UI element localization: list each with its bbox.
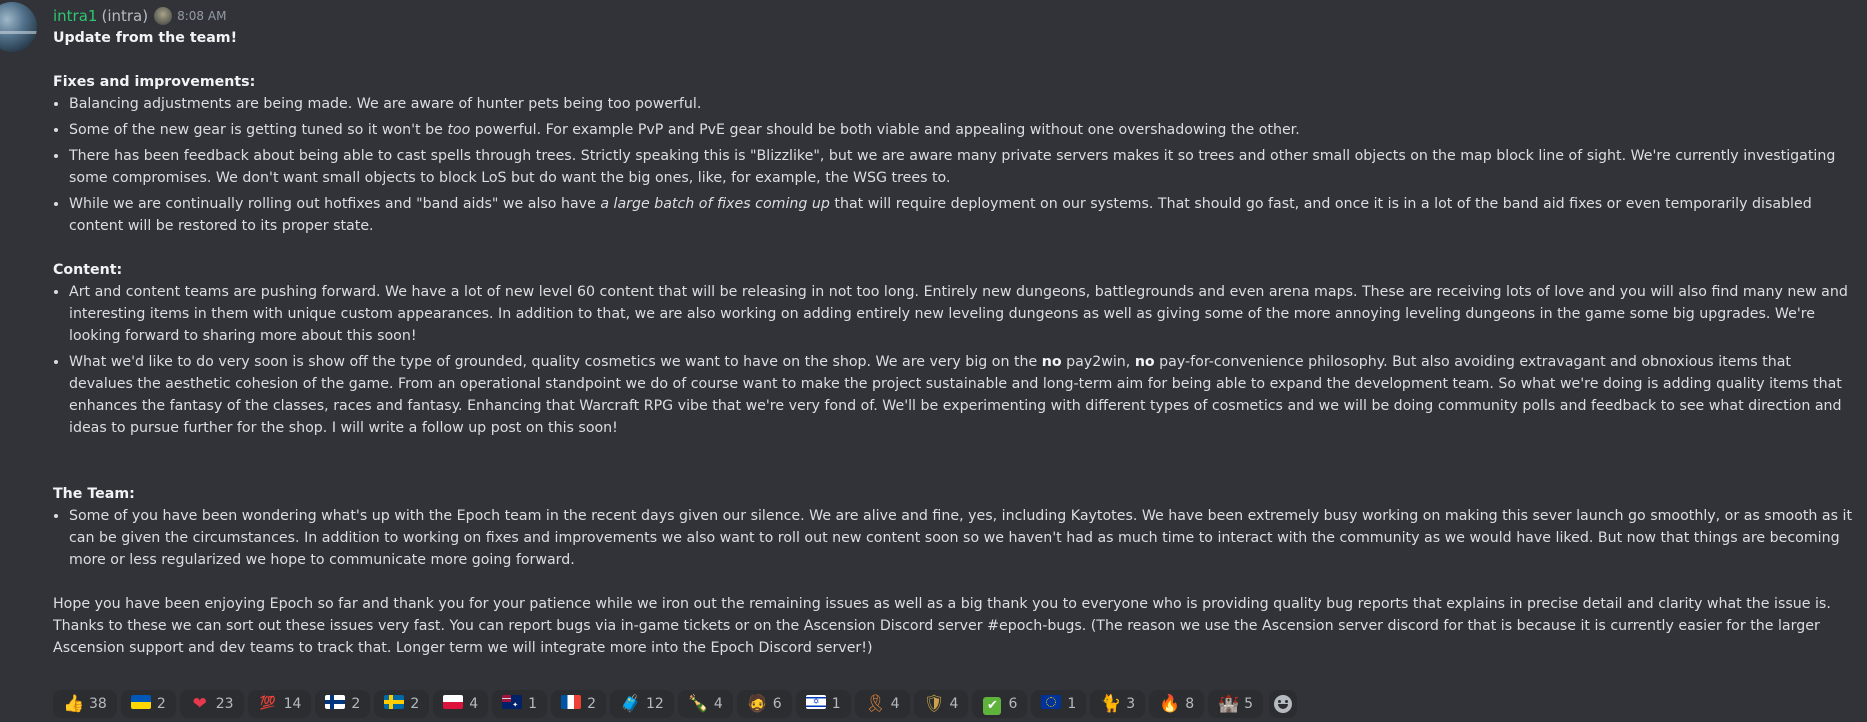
reaction-ukraine-flag[interactable]: 2: [120, 690, 176, 718]
reaction-count: 2: [156, 696, 166, 712]
reaction-count: 1: [528, 696, 538, 712]
reaction-custom-alliance[interactable]: 🛡 4: [913, 690, 969, 718]
list-item: There has been feedback about being able…: [69, 145, 1853, 189]
reaction-count: 5: [1244, 696, 1254, 712]
reaction-cat[interactable]: 🐈 3: [1090, 690, 1146, 718]
list-item: Balancing adjustments are being made. We…: [69, 93, 1853, 115]
reaction-count: 12: [646, 696, 664, 712]
finland-flag-icon: [325, 694, 346, 714]
alliance-crest-icon: 🛡: [923, 694, 946, 714]
reaction-count: 4: [949, 696, 959, 712]
reaction-france-flag[interactable]: 2: [551, 690, 607, 718]
closing-paragraph: Hope you have been enjoying Epoch so far…: [53, 596, 1831, 656]
reaction-fire[interactable]: 🔥 8: [1149, 690, 1205, 718]
reaction-israel-flag[interactable]: ✡ 1: [795, 690, 851, 718]
reaction-hundred-points[interactable]: 💯 14: [247, 690, 312, 718]
sweden-flag-icon: [384, 694, 405, 714]
reaction-custom-castle[interactable]: 🏰 5: [1208, 690, 1264, 718]
reaction-count: 6: [772, 696, 782, 712]
reaction-count: 14: [283, 696, 302, 712]
message-title: Update from the team!: [53, 30, 238, 46]
hundred-points-icon: 💯: [259, 696, 276, 711]
team-list: Some of you have been wondering what's u…: [53, 505, 1853, 571]
reaction-count: 4: [890, 696, 900, 712]
reaction-count: 2: [351, 696, 361, 712]
list-item: Art and content teams are pushing forwar…: [69, 281, 1853, 347]
fire-icon: 🔥: [1159, 694, 1181, 714]
reaction-count: 38: [89, 696, 107, 712]
add-reaction-button[interactable]: [1269, 690, 1298, 718]
username[interactable]: intra1: [53, 5, 97, 27]
reaction-finland-flag[interactable]: 2: [315, 690, 371, 718]
reaction-count: 1: [1067, 696, 1077, 712]
message-body: Update from the team! Fixes and improvem…: [53, 27, 1853, 659]
reaction-custom-chest[interactable]: 🧳 12: [610, 690, 674, 718]
content-list: Art and content teams are pushing forwar…: [53, 281, 1853, 439]
face-icon: 🧔: [746, 694, 768, 714]
fixes-list: Balancing adjustments are being made. We…: [53, 93, 1853, 237]
message-header: intra1 (intra) 8:08 AM: [53, 5, 1853, 27]
reaction-custom-face[interactable]: 🧔 6: [736, 690, 792, 718]
message-content: intra1 (intra) 8:08 AM Update from the t…: [53, 5, 1853, 659]
reaction-count: 8: [1185, 696, 1195, 712]
reaction-thumbs-up[interactable]: 👍 38: [53, 690, 117, 718]
ukraine-flag-icon: [130, 694, 151, 714]
reactions-bar: 👍 38 2 ❤ 23 💯 14 2 2 4 ✦ 1 2 🧳 12 🍾 4 🧔 …: [53, 690, 1298, 718]
reaction-check-mark[interactable]: ✔ 6: [972, 690, 1028, 718]
reaction-count: 2: [587, 696, 597, 712]
chest-icon: 🧳: [620, 694, 642, 714]
figure-icon: 🍾: [687, 694, 710, 714]
reaction-count: 1: [831, 696, 841, 712]
reaction-count: 2: [410, 696, 420, 712]
cat-icon: 🐈: [1100, 694, 1122, 714]
poland-flag-icon: [443, 694, 464, 714]
reaction-custom-figure[interactable]: 🍾 4: [677, 690, 733, 718]
reaction-count: 23: [215, 696, 234, 712]
role-icon: [154, 7, 173, 25]
eu-flag-icon: [1041, 694, 1062, 714]
thumbs-up-icon: 👍: [63, 694, 85, 714]
smiley-icon: [1274, 695, 1293, 713]
ribbon-icon: 🎗: [864, 694, 887, 714]
section-heading-content: Content:: [53, 262, 123, 278]
castle-icon: 🏰: [1218, 694, 1240, 714]
timestamp[interactable]: 8:08 AM: [177, 5, 226, 27]
israel-flag-icon: ✡: [805, 694, 826, 714]
list-item: Some of the new gear is getting tuned so…: [69, 119, 1853, 141]
australia-flag-icon: ✦: [502, 694, 523, 714]
reaction-poland-flag[interactable]: 4: [433, 690, 489, 718]
reaction-australia-flag[interactable]: ✦ 1: [492, 690, 548, 718]
reaction-count: 4: [469, 696, 479, 712]
list-item: While we are continually rolling out hot…: [69, 193, 1853, 237]
chat-message: intra1 (intra) 8:08 AM Update from the t…: [0, 0, 1867, 722]
reaction-count: 6: [1008, 696, 1018, 712]
list-item: What we'd like to do very soon is show o…: [69, 351, 1853, 439]
user-avatar[interactable]: [0, 2, 37, 52]
reaction-sweden-flag[interactable]: 2: [374, 690, 430, 718]
check-mark-icon: ✔: [982, 694, 1002, 715]
reaction-count: 4: [713, 696, 723, 712]
reaction-red-heart[interactable]: ❤ 23: [179, 690, 244, 718]
red-heart-icon: ❤: [192, 694, 207, 714]
list-item: Some of you have been wondering what's u…: [69, 505, 1853, 571]
reaction-custom-ribbon[interactable]: 🎗 4: [854, 690, 910, 718]
reaction-eu-flag[interactable]: 1: [1031, 690, 1087, 718]
section-heading-fixes: Fixes and improvements:: [53, 74, 256, 90]
france-flag-icon: [561, 694, 582, 714]
section-heading-team: The Team:: [53, 486, 135, 502]
username-suffix: (intra): [101, 7, 149, 25]
reaction-count: 3: [1126, 696, 1136, 712]
